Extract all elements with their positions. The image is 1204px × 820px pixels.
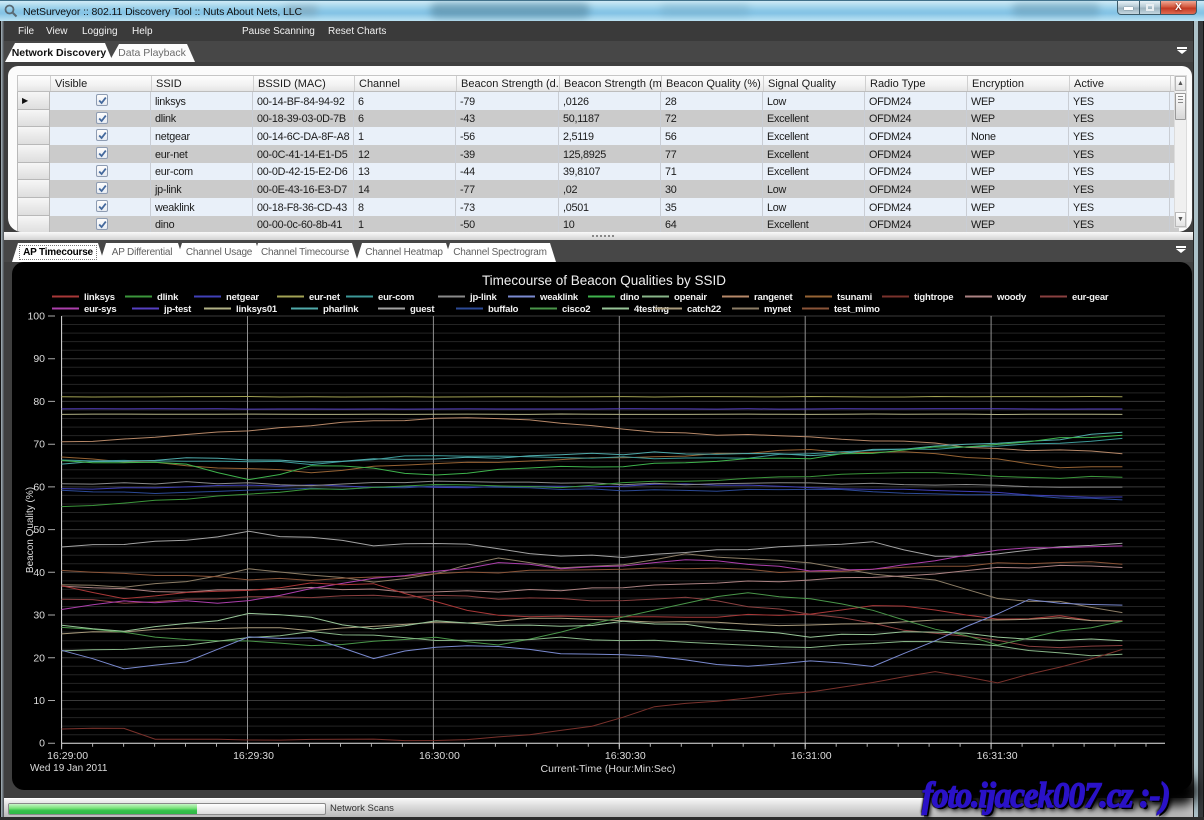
svg-text:16:31:00: 16:31:00 bbox=[791, 750, 832, 762]
svg-text:10: 10 bbox=[33, 695, 45, 707]
svg-text:weaklink: weaklink bbox=[539, 292, 579, 303]
svg-text:eur-sys: eur-sys bbox=[84, 304, 116, 315]
svg-text:rangenet: rangenet bbox=[754, 292, 794, 303]
svg-text:16:31:30: 16:31:30 bbox=[977, 750, 1018, 762]
svg-text:Current-Time (Hour:Min:Sec): Current-Time (Hour:Min:Sec) bbox=[541, 763, 676, 775]
svg-text:jp-test: jp-test bbox=[163, 304, 192, 315]
svg-text:tightrope: tightrope bbox=[914, 292, 953, 303]
svg-text:tsunami: tsunami bbox=[837, 292, 872, 303]
svg-text:linksys: linksys bbox=[84, 292, 115, 303]
svg-text:eur-net: eur-net bbox=[309, 292, 341, 303]
svg-text:Beacon Quality (%): Beacon Quality (%) bbox=[25, 487, 36, 573]
svg-text:mynet: mynet bbox=[764, 304, 792, 315]
svg-text:eur-com: eur-com bbox=[378, 292, 414, 303]
svg-text:catch22: catch22 bbox=[687, 304, 721, 315]
svg-text:jp-link: jp-link bbox=[469, 292, 497, 303]
svg-text:80: 80 bbox=[33, 396, 45, 408]
svg-text:16:29:00: 16:29:00 bbox=[47, 750, 88, 762]
svg-text:dino: dino bbox=[620, 292, 640, 303]
svg-text:cisco2: cisco2 bbox=[562, 304, 590, 315]
svg-text:20: 20 bbox=[33, 652, 45, 664]
svg-text:woody: woody bbox=[996, 292, 1027, 303]
svg-text:16:29:30: 16:29:30 bbox=[233, 750, 274, 762]
svg-text:30: 30 bbox=[33, 610, 45, 622]
svg-text:buffalo: buffalo bbox=[488, 304, 519, 315]
svg-text:linksys01: linksys01 bbox=[236, 304, 278, 315]
svg-text:Timecourse of Beacon Qualities: Timecourse of Beacon Qualities by SSID bbox=[482, 273, 726, 288]
svg-text:guest: guest bbox=[410, 304, 435, 315]
svg-text:100: 100 bbox=[27, 311, 45, 323]
svg-text:openair: openair bbox=[674, 292, 707, 303]
svg-text:Wed 19 Jan 2011: Wed 19 Jan 2011 bbox=[30, 763, 108, 774]
svg-text:90: 90 bbox=[33, 353, 45, 365]
svg-text:pharlink: pharlink bbox=[323, 304, 359, 315]
svg-text:0: 0 bbox=[39, 738, 45, 750]
svg-text:eur-gear: eur-gear bbox=[1072, 292, 1109, 303]
svg-text:16:30:00: 16:30:00 bbox=[419, 750, 460, 762]
svg-text:70: 70 bbox=[33, 439, 45, 451]
svg-text:16:30:30: 16:30:30 bbox=[605, 750, 646, 762]
svg-text:dlink: dlink bbox=[157, 292, 179, 303]
svg-text:netgear: netgear bbox=[226, 292, 259, 303]
svg-text:test_mimo: test_mimo bbox=[834, 304, 880, 315]
